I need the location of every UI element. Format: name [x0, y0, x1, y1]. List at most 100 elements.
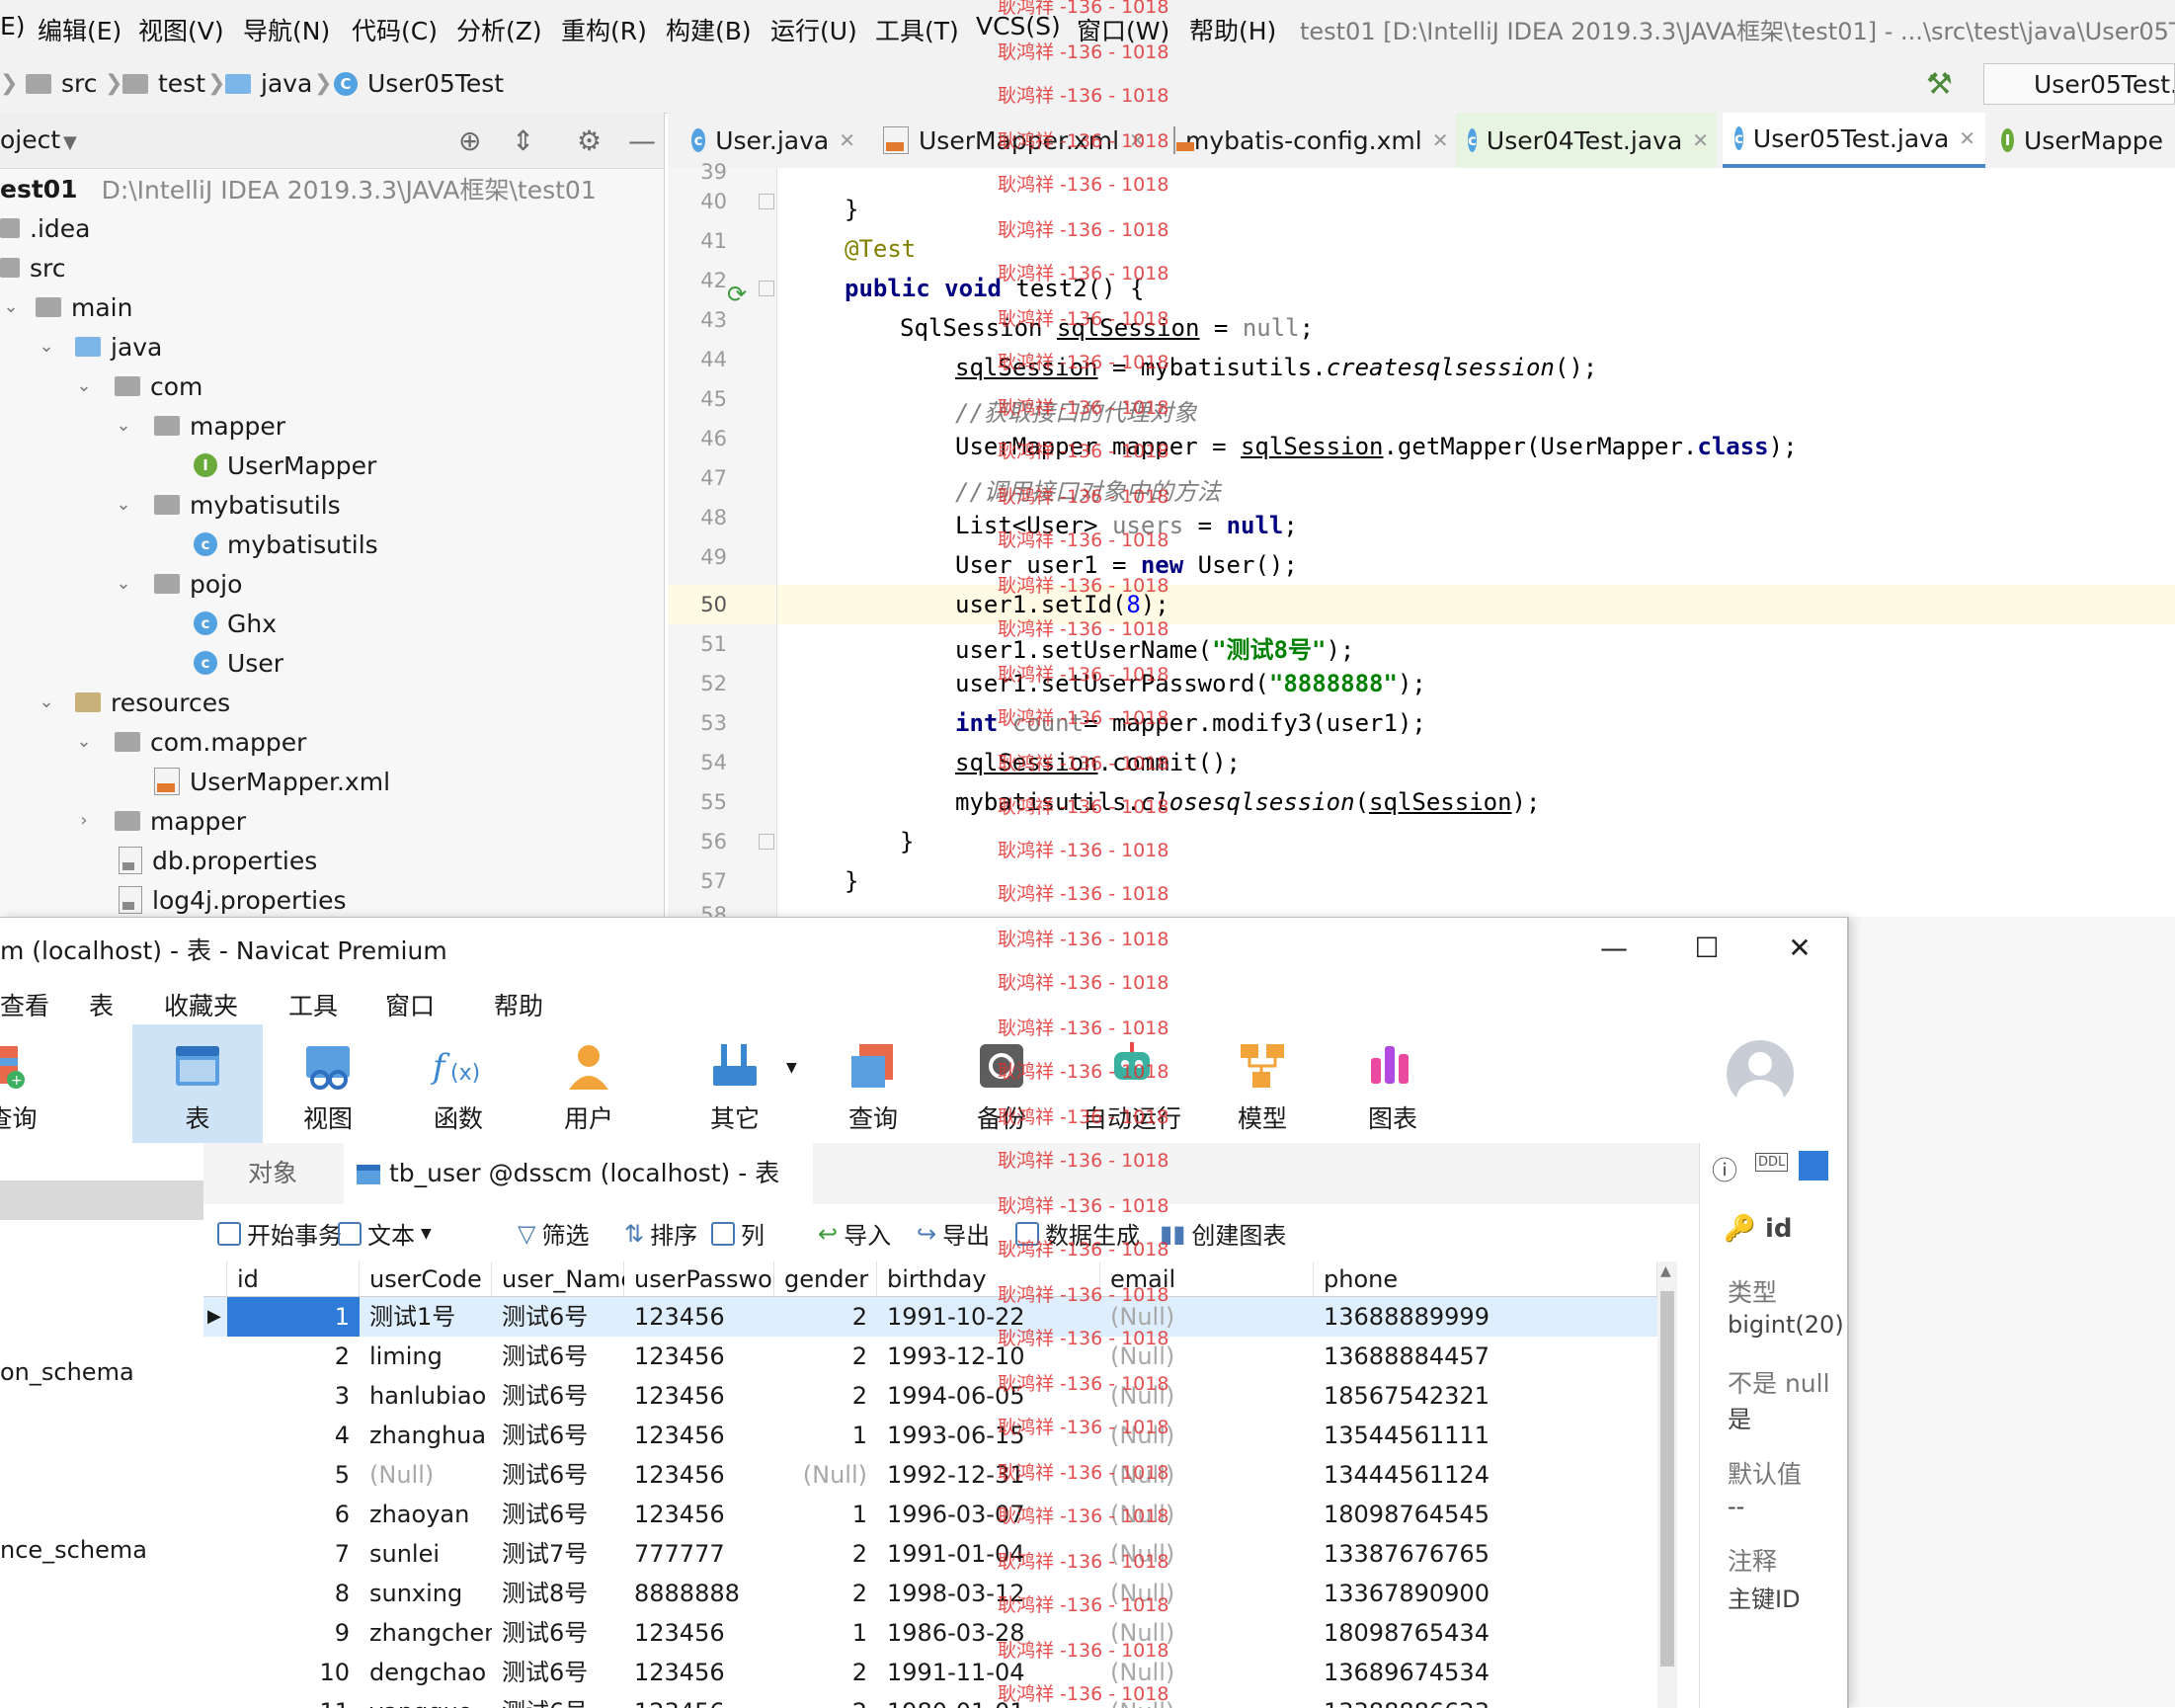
table-cell-userpassword[interactable]: 123456 [624, 1613, 774, 1653]
menu-item-window[interactable]: 窗口 [385, 987, 435, 1022]
table-cell-usercode[interactable]: hanlubiao [360, 1376, 492, 1416]
ddl-icon[interactable]: DDL [1755, 1153, 1789, 1172]
table-cell-userpassword[interactable]: 777777 [624, 1534, 774, 1574]
code-editor[interactable]: } @Test public void test2() { SqlSession… [777, 168, 2175, 917]
collapse-all-icon[interactable]: ⇕ [512, 124, 534, 157]
table-cell-gender[interactable]: 2 [774, 1653, 877, 1692]
table-cell-gender[interactable]: 2 [774, 1376, 877, 1416]
table-cell-email[interactable]: (Null) [1100, 1613, 1314, 1653]
table-cell-gender[interactable]: (Null) [774, 1455, 877, 1495]
table-cell-email[interactable]: (Null) [1100, 1416, 1314, 1455]
menu-item-analyze[interactable]: 分析(Z) [456, 12, 542, 47]
project-view-select[interactable]: oject [0, 125, 60, 154]
menu-item-table[interactable]: 表 [89, 987, 114, 1022]
table-cell-phone[interactable]: 18098764545 [1314, 1495, 1657, 1534]
table-cell-user_name[interactable]: 测试6号 [492, 1337, 624, 1376]
menu-item-navigate[interactable]: 导航(N) [243, 12, 330, 47]
tree-node-ghx[interactable]: c Ghx [194, 604, 277, 643]
run-test-icon[interactable]: ⟳ [727, 281, 747, 308]
avatar[interactable] [1727, 1040, 1794, 1107]
column-header-gender[interactable]: gender [774, 1261, 877, 1297]
menu-item-code[interactable]: 代码(C) [352, 12, 438, 47]
table-cell-id[interactable]: 9 [227, 1613, 360, 1653]
table-cell-user_name[interactable]: 测试6号 [492, 1653, 624, 1692]
table-cell-birthday[interactable]: 1980-01-01 [877, 1692, 1100, 1708]
table-cell-id[interactable]: 6 [227, 1495, 360, 1534]
table-cell-gender[interactable]: 2 [774, 1534, 877, 1574]
table-cell-id[interactable]: 3 [227, 1376, 360, 1416]
tree-node-main[interactable]: main [36, 287, 132, 327]
close-icon[interactable]: ✕ [1129, 128, 1146, 152]
table-cell-email[interactable]: (Null) [1100, 1337, 1314, 1376]
query-button[interactable]: 查询 [808, 1024, 938, 1143]
view-button[interactable]: 视图 [263, 1024, 393, 1143]
tree-node-src[interactable]: src [0, 248, 66, 287]
table-cell-email[interactable]: (Null) [1100, 1574, 1314, 1613]
close-icon[interactable]: ✕ [1770, 926, 1829, 971]
column-header-email[interactable]: email [1100, 1261, 1314, 1297]
menu-item-view[interactable]: 查看 [0, 987, 49, 1022]
table-cell-birthday[interactable]: 1991-10-22 [877, 1297, 1100, 1337]
tree-node-user[interactable]: c User [194, 643, 283, 683]
chart-button[interactable]: 图表 [1328, 1024, 1458, 1143]
chevron-down-icon[interactable]: ⌄ [0, 287, 22, 327]
tree-node-root[interactable]: est01 D:\IntelliJ IDEA 2019.3.3\JAVA框架\t… [0, 169, 597, 208]
table-cell-user_name[interactable]: 测试6号 [492, 1297, 624, 1337]
table-cell-id[interactable]: 5 [227, 1455, 360, 1495]
table-cell-usercode[interactable]: sunlei [360, 1534, 492, 1574]
table-cell-phone[interactable]: 18567542321 [1314, 1376, 1657, 1416]
new-query-button[interactable]: + 建查询 [0, 1024, 65, 1143]
menu-item-help[interactable]: 帮助(H) [1189, 12, 1276, 47]
table-cell-gender[interactable]: 2 [774, 1574, 877, 1613]
breadcrumb-src[interactable]: src [26, 69, 98, 98]
chevron-down-icon[interactable]: ⌄ [73, 366, 95, 406]
table-cell-birthday[interactable]: 1993-12-10 [877, 1337, 1100, 1376]
table-cell-userpassword[interactable]: 123456 [624, 1297, 774, 1337]
other-button[interactable]: 其它 ▼ [670, 1024, 800, 1143]
tree-node-java[interactable]: java [75, 327, 162, 366]
table-cell-gender[interactable]: 2 [774, 1692, 877, 1708]
table-cell-email[interactable]: (Null) [1100, 1692, 1314, 1708]
tree-node-mapper-res[interactable]: mapper [115, 801, 246, 841]
tree-node-com[interactable]: com [115, 366, 202, 406]
tree-item-schema[interactable]: nce_schema [0, 1536, 147, 1564]
table-cell-gender[interactable]: 2 [774, 1297, 877, 1337]
menu-item-view[interactable]: 视图(V) [138, 12, 224, 47]
table-cell-userpassword[interactable]: 123456 [624, 1376, 774, 1416]
table-cell-usercode[interactable]: sunxing [360, 1574, 492, 1613]
table-cell-phone[interactable]: 18098765434 [1314, 1613, 1657, 1653]
table-cell-user_name[interactable]: 测试6号 [492, 1692, 624, 1708]
table-cell-userpassword[interactable]: 8888888 [624, 1574, 774, 1613]
table-cell-id[interactable]: 4 [227, 1416, 360, 1455]
chevron-down-icon[interactable]: ⌄ [36, 683, 57, 722]
menu-item-vcs[interactable]: VCS(S) [976, 12, 1061, 41]
tree-node-idea[interactable]: .idea [0, 208, 90, 248]
tree-node-db-properties[interactable]: db.properties [119, 841, 317, 880]
table-cell-userpassword[interactable]: 123456 [624, 1495, 774, 1534]
table-cell-usercode[interactable]: dengchao [360, 1653, 492, 1692]
tab-user04test[interactable]: c User04Test.java ✕ [1456, 113, 1717, 168]
table-row[interactable]: 7 sunlei 测试7号 777777 2 1991-01-04 (Null) 133876… [203, 1534, 1657, 1574]
close-icon[interactable]: ✕ [1959, 126, 1975, 150]
menu-item-window[interactable]: 窗口(W) [1077, 12, 1169, 47]
table-cell-usercode[interactable]: zhangchen [360, 1613, 492, 1653]
table-cell-phone[interactable]: 13387676765 [1314, 1534, 1657, 1574]
breadcrumb-java[interactable]: java [225, 69, 312, 98]
dropdown-arrow-icon[interactable]: ▼ [786, 1060, 797, 1076]
tree-node-usermapper-xml[interactable]: UserMapper.xml [154, 762, 390, 801]
table-cell-user_name[interactable]: 测试6号 [492, 1416, 624, 1455]
table-cell-usercode[interactable]: zhanghua [360, 1416, 492, 1455]
menu-item-help[interactable]: 帮助 [494, 987, 543, 1022]
import-button[interactable]: ↩ 导入 [818, 1216, 891, 1251]
table-cell-birthday[interactable]: 1993-06-15 [877, 1416, 1100, 1455]
table-cell-user_name[interactable]: 测试6号 [492, 1495, 624, 1534]
tab-table-data[interactable]: tb_user @dsscm (localhost) - 表 [344, 1143, 813, 1204]
fold-icon[interactable] [759, 281, 774, 296]
menu-item-build[interactable]: 构建(B) [666, 12, 752, 47]
menu-item-tools[interactable]: 工具 [288, 987, 338, 1022]
table-cell-user_name[interactable]: 测试8号 [492, 1574, 624, 1613]
table-cell-userpassword[interactable]: 123456 [624, 1455, 774, 1495]
tab-mybatis-config[interactable]: mybatis-config.xml ✕ [1162, 113, 1454, 168]
chevron-down-icon[interactable]: ⌄ [113, 406, 134, 446]
table-cell-id[interactable]: 8 [227, 1574, 360, 1613]
